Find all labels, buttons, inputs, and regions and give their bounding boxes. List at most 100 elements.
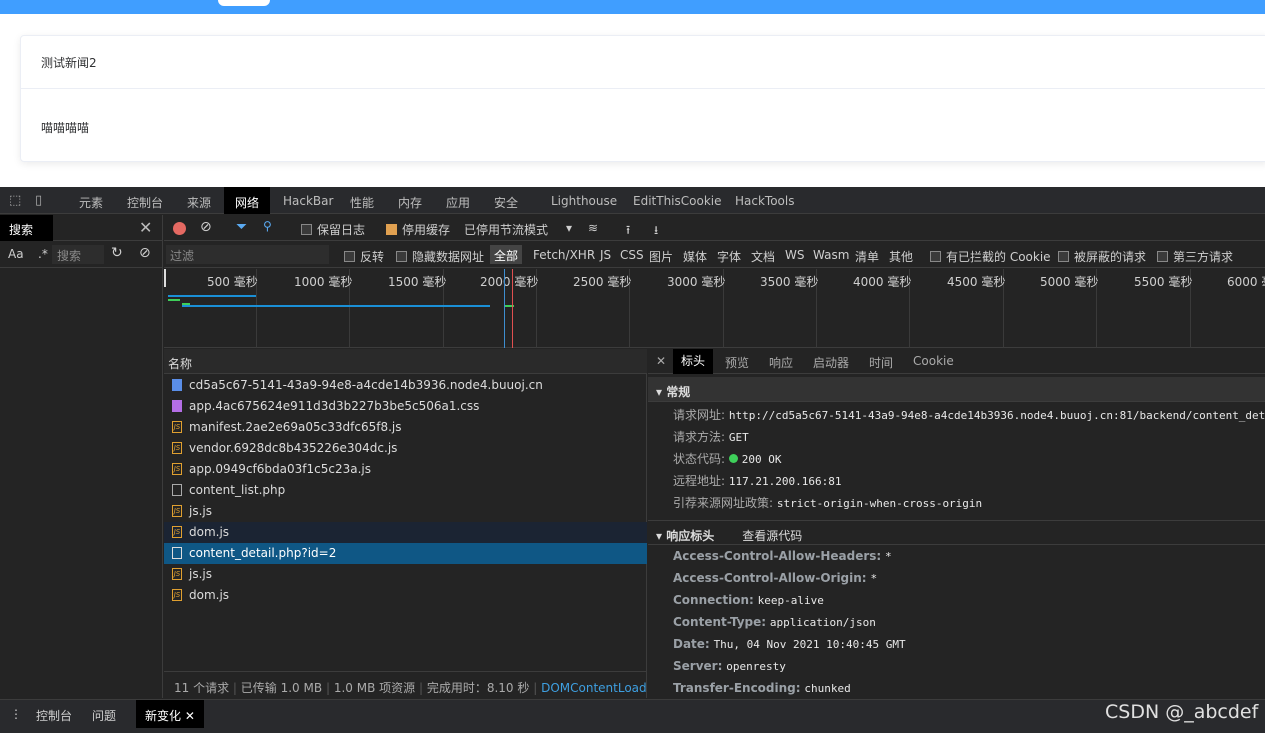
referrer-policy-key: 引荐来源网址政策:: [673, 496, 774, 510]
upload-icon[interactable]: ⭱: [626, 221, 630, 242]
header-value: keep-alive: [757, 594, 824, 607]
tab-response[interactable]: 响应: [769, 354, 793, 371]
tab-performance[interactable]: 性能: [350, 194, 374, 211]
checkbox-box[interactable]: [386, 224, 397, 235]
tab-security[interactable]: 安全: [494, 194, 518, 211]
close-icon[interactable]: ✕: [139, 218, 152, 237]
blocked-cookies-checkbox[interactable]: 有已拦截的 Cookie: [930, 248, 1051, 265]
file-icon: [172, 484, 182, 496]
clear-icon[interactable]: ⊘: [139, 245, 151, 261]
checkbox-box[interactable]: [396, 251, 407, 262]
tab-elements[interactable]: 元素: [79, 194, 103, 211]
filter-icon[interactable]: ⏷: [236, 219, 247, 235]
wifi-icon[interactable]: ≋: [588, 221, 598, 235]
search-icon[interactable]: ⚲: [263, 219, 272, 233]
table-row[interactable]: JS js.js: [164, 501, 647, 522]
record-button[interactable]: [173, 222, 186, 235]
checkbox-box[interactable]: [930, 251, 941, 262]
filter-doc[interactable]: 文档: [751, 248, 775, 265]
preserve-log-checkbox[interactable]: 保留日志: [301, 221, 365, 238]
filter-img[interactable]: 图片: [649, 248, 673, 265]
triangle-down-icon: ▾: [656, 529, 663, 543]
regex-toggle[interactable]: .*: [38, 247, 48, 261]
checkbox-box[interactable]: [1058, 251, 1069, 262]
tab-hacktools[interactable]: HackTools: [735, 194, 794, 208]
response-headers-header[interactable]: ▾ 响应标头 查看源代码: [648, 520, 1265, 545]
tab-timing[interactable]: 时间: [869, 354, 893, 371]
filter-js[interactable]: JS: [600, 248, 611, 262]
tab-editthiscookie[interactable]: EditThisCookie: [633, 194, 722, 208]
table-row[interactable]: JS js.js: [164, 564, 647, 585]
match-case-toggle[interactable]: Aa: [8, 247, 24, 261]
table-row[interactable]: JS manifest.2ae2e69a05c33dfc65f8.js: [164, 417, 647, 438]
checkbox-box[interactable]: [1157, 251, 1168, 262]
device-toolbar-icon[interactable]: ▯: [35, 193, 42, 208]
column-header-name[interactable]: 名称: [164, 349, 647, 374]
third-party-label: 第三方请求: [1173, 250, 1234, 264]
more-icon[interactable]: ⋮: [10, 707, 22, 721]
timeline-tick-label: 1000 毫秒: [294, 275, 353, 289]
finish-time: 完成用时：8.10 秒: [426, 681, 530, 695]
response-header-row: Content-Type: application/json: [673, 615, 876, 629]
timeline-handle[interactable]: [164, 269, 166, 287]
refresh-icon[interactable]: ↻: [111, 245, 123, 261]
throttle-select[interactable]: 已停用节流模式: [464, 221, 548, 238]
tab-sources[interactable]: 来源: [187, 194, 211, 211]
filter-manifest[interactable]: 清单: [855, 248, 879, 265]
tab-network[interactable]: 网络: [235, 194, 259, 211]
filter-font[interactable]: 字体: [717, 248, 741, 265]
hide-data-urls-checkbox[interactable]: 隐藏数据网址: [396, 248, 484, 265]
third-party-checkbox[interactable]: 第三方请求: [1157, 248, 1233, 265]
timeline-overview[interactable]: 500 毫秒 1000 毫秒 1500 毫秒 2000 毫秒 2500 毫秒 3…: [164, 269, 1265, 348]
filter-other[interactable]: 其他: [889, 248, 913, 265]
table-row-selected[interactable]: content_detail.php?id=2: [164, 543, 647, 564]
chevron-down-icon[interactable]: ▾: [566, 221, 572, 235]
filter-css[interactable]: CSS: [620, 248, 644, 262]
download-icon[interactable]: ⭳: [654, 221, 658, 242]
table-row[interactable]: JS app.0949cf6bda03f1c5c23a.js: [164, 459, 647, 480]
file-icon: [172, 547, 182, 559]
drawer-tab-changes[interactable]: 新变化 ✕: [136, 700, 204, 728]
search-input[interactable]: 搜索: [52, 245, 104, 264]
tab-application[interactable]: 应用: [446, 194, 470, 211]
header-key: Content-Type:: [673, 615, 767, 629]
close-icon[interactable]: ✕: [656, 354, 666, 368]
checkbox-box[interactable]: [344, 251, 355, 262]
blocked-requests-checkbox[interactable]: 被屏蔽的请求: [1058, 248, 1146, 265]
table-row[interactable]: app.4ac675624e911d3d3b227b3be5c506a1.css: [164, 396, 647, 417]
tab-headers[interactable]: 标头: [673, 349, 714, 374]
tab-console[interactable]: 控制台: [127, 194, 163, 211]
filter-media[interactable]: 媒体: [683, 248, 707, 265]
filter-fetch[interactable]: Fetch/XHR: [533, 248, 595, 262]
table-row[interactable]: JS vendor.6928dc8b435226e304dc.js: [164, 438, 647, 459]
invert-checkbox[interactable]: 反转: [344, 248, 384, 265]
drawer-tab-console[interactable]: 控制台: [36, 707, 72, 724]
table-row[interactable]: content_list.php: [164, 480, 647, 501]
drawer-tab-issues[interactable]: 问题: [92, 707, 116, 724]
tab-hackbar[interactable]: HackBar: [283, 194, 333, 208]
response-header-row: Connection: keep-alive: [673, 593, 824, 607]
table-row[interactable]: JS dom.js: [164, 522, 647, 543]
inspect-icon[interactable]: ⬚: [9, 193, 21, 208]
filter-all[interactable]: 全部: [490, 245, 522, 264]
disable-cache-checkbox[interactable]: 停用缓存: [386, 221, 450, 238]
filter-ws[interactable]: WS: [785, 248, 804, 262]
general-section-header[interactable]: ▾ 常规: [648, 377, 1265, 402]
table-row[interactable]: JS dom.js: [164, 585, 647, 606]
tab-memory[interactable]: 内存: [398, 194, 422, 211]
drawer-tabs: ⋮ 控制台 问题 新变化 ✕: [0, 699, 1265, 733]
clear-icon[interactable]: ⊘: [200, 219, 212, 235]
news-card: 测试新闻2 喵喵喵喵: [20, 35, 1265, 162]
checkbox-box[interactable]: [301, 224, 312, 235]
filter-wasm[interactable]: Wasm: [813, 248, 849, 262]
script-icon: JS: [172, 463, 182, 475]
close-icon[interactable]: ✕: [185, 709, 195, 723]
tab-cookies[interactable]: Cookie: [913, 354, 954, 368]
search-tab-label[interactable]: 搜索: [0, 215, 53, 241]
filter-input[interactable]: 过滤: [166, 245, 329, 264]
tab-lighthouse[interactable]: Lighthouse: [551, 194, 617, 208]
tab-preview[interactable]: 预览: [725, 354, 749, 371]
tab-initiator[interactable]: 启动器: [813, 354, 849, 371]
table-row[interactable]: cd5a5c67-5141-43a9-94e8-a4cde14b3936.nod…: [164, 375, 647, 396]
view-source-link[interactable]: 查看源代码: [742, 529, 802, 543]
